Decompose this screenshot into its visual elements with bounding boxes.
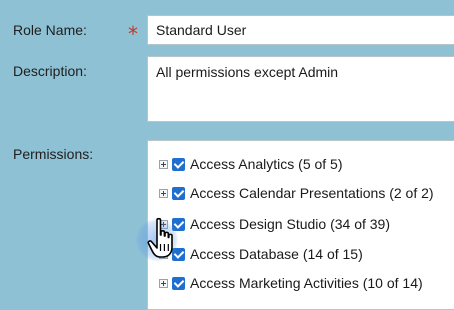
permission-row[interactable]: Access Database (14 of 15) (159, 244, 363, 264)
role-name-input[interactable]: Standard User (147, 15, 454, 45)
permission-label: Access Design Studio (34 of 39) (190, 216, 390, 232)
permission-label: Access Calendar Presentations (2 of 2) (190, 185, 434, 201)
permission-row[interactable]: Access Analytics (5 of 5) (159, 154, 343, 174)
permission-label: Access Marketing Activities (10 of 14) (190, 275, 423, 291)
permission-row[interactable]: Access Calendar Presentations (2 of 2) (159, 183, 434, 203)
checkbox-checked-icon[interactable] (172, 276, 185, 290)
permission-row[interactable]: Access Design Studio (34 of 39) (159, 214, 390, 234)
description-label: Description: (13, 63, 87, 79)
permission-label: Access Database (14 of 15) (190, 246, 363, 262)
description-textarea[interactable]: All permissions except Admin (147, 56, 454, 122)
permissions-label: Permissions: (13, 146, 94, 162)
permissions-tree[interactable]: Access Analytics (5 of 5) Access Calenda… (147, 140, 454, 310)
checkbox-checked-icon[interactable] (172, 186, 185, 200)
expand-plus-icon[interactable] (159, 159, 168, 169)
expand-plus-icon[interactable] (159, 278, 168, 288)
checkbox-checked-icon[interactable] (172, 157, 185, 171)
permission-label: Access Analytics (5 of 5) (190, 156, 343, 172)
expand-plus-icon[interactable] (159, 188, 168, 198)
required-marker: * (128, 22, 138, 46)
permission-row[interactable]: Access Marketing Activities (10 of 14) (159, 273, 423, 293)
role-name-label: Role Name: (13, 22, 87, 38)
hand-pointer-icon (147, 217, 173, 258)
